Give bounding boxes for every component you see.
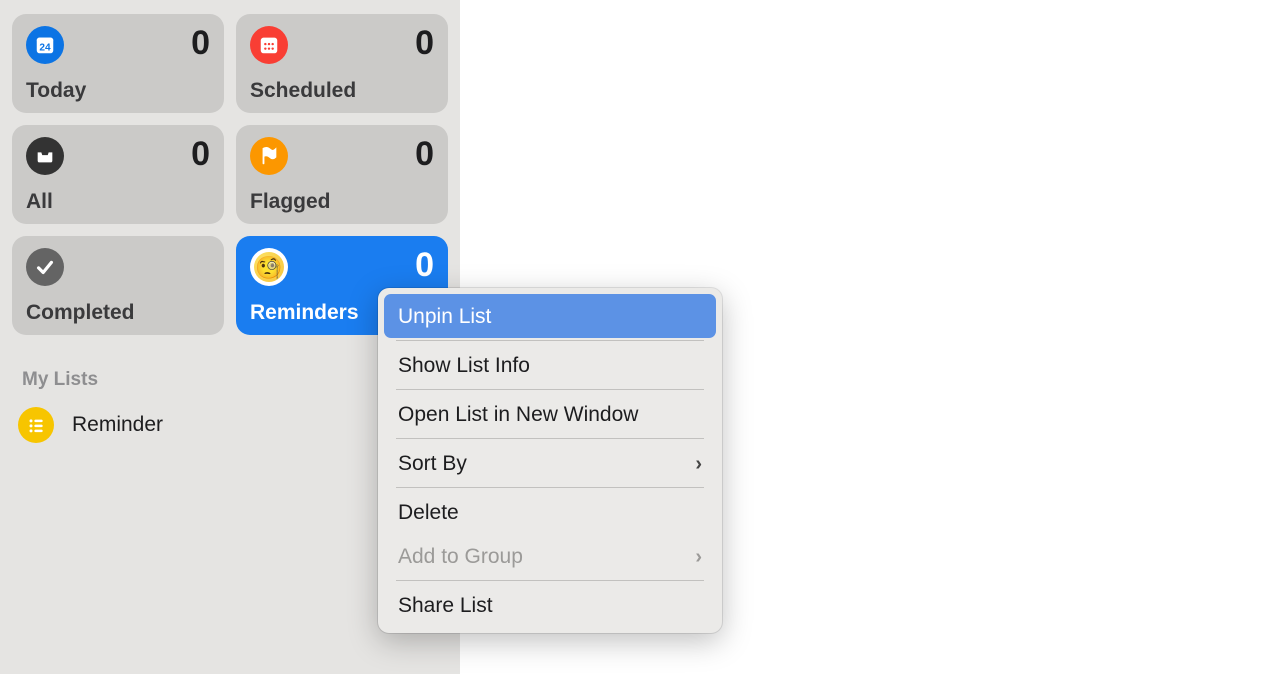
- smart-list-all[interactable]: 0 All: [12, 125, 224, 224]
- all-count: 0: [191, 137, 210, 171]
- menu-item-label: Delete: [398, 502, 459, 523]
- menu-item-delete[interactable]: Delete: [384, 490, 716, 534]
- smart-list-flagged[interactable]: 0 Flagged: [236, 125, 448, 224]
- menu-item-unpin-list[interactable]: Unpin List: [384, 294, 716, 338]
- menu-item-label: Unpin List: [398, 306, 491, 327]
- menu-item-add-to-group: Add to Group ›: [384, 534, 716, 578]
- menu-item-share-list[interactable]: Share List: [384, 583, 716, 627]
- menu-separator: [396, 487, 704, 488]
- flagged-count: 0: [415, 137, 434, 171]
- today-count: 0: [191, 26, 210, 60]
- reminders-count: 0: [415, 248, 434, 282]
- checkmark-icon: [26, 248, 64, 286]
- smart-list-today[interactable]: 24 0 Today: [12, 14, 224, 113]
- menu-separator: [396, 438, 704, 439]
- today-label: Today: [26, 79, 210, 103]
- scheduled-label: Scheduled: [250, 79, 434, 103]
- smart-list-scheduled[interactable]: 0 Scheduled: [236, 14, 448, 113]
- menu-item-show-list-info[interactable]: Show List Info: [384, 343, 716, 387]
- menu-item-label: Open List in New Window: [398, 404, 638, 425]
- menu-item-open-list-new-window[interactable]: Open List in New Window: [384, 392, 716, 436]
- menu-item-sort-by[interactable]: Sort By ›: [384, 441, 716, 485]
- smart-list-grid: 24 0 Today: [12, 14, 448, 335]
- chevron-right-icon: ›: [695, 454, 702, 474]
- list-item-label: Reminder: [72, 413, 163, 437]
- menu-item-label: Add to Group: [398, 546, 523, 567]
- chevron-right-icon: ›: [695, 547, 702, 567]
- svg-text:24: 24: [39, 43, 51, 54]
- menu-separator: [396, 580, 704, 581]
- smart-list-completed[interactable]: Completed: [12, 236, 224, 335]
- scheduled-count: 0: [415, 26, 434, 60]
- menu-item-label: Sort By: [398, 453, 467, 474]
- emoji-icon: [250, 248, 288, 286]
- menu-separator: [396, 340, 704, 341]
- calendar-icon: [250, 26, 288, 64]
- menu-item-label: Show List Info: [398, 355, 530, 376]
- context-menu: Unpin List Show List Info Open List in N…: [378, 288, 722, 633]
- menu-separator: [396, 389, 704, 390]
- all-label: All: [26, 190, 210, 214]
- calendar-today-icon: 24: [26, 26, 64, 64]
- menu-item-label: Share List: [398, 595, 493, 616]
- completed-label: Completed: [26, 301, 210, 325]
- flag-icon: [250, 137, 288, 175]
- tray-icon: [26, 137, 64, 175]
- flagged-label: Flagged: [250, 190, 434, 214]
- list-bullet-icon: [18, 407, 54, 443]
